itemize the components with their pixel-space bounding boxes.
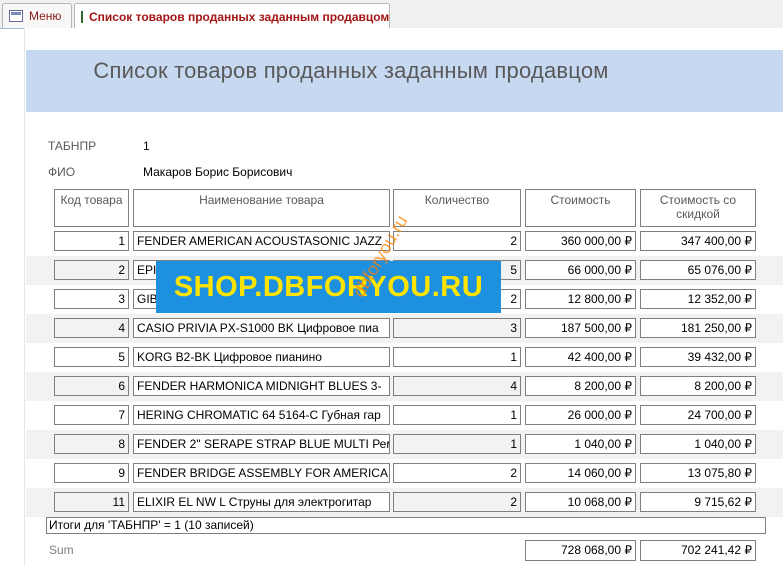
cell-cost: 10 068,00 ₽ (525, 492, 636, 512)
tab-report-label: Список товаров проданных заданным продав… (89, 9, 390, 24)
report-title: Список товаров проданных заданным продав… (93, 58, 609, 83)
cell-discount-cost: 1 040,00 ₽ (640, 434, 756, 454)
report-icon (81, 10, 83, 23)
cell-name: HERING CHROMATIC 64 5164-C Губная гар (133, 405, 390, 425)
cell-cost: 1 040,00 ₽ (525, 434, 636, 454)
tab-menu[interactable]: Меню (2, 3, 72, 28)
cell-cost: 8 200,00 ₽ (525, 376, 636, 396)
cell-cost: 42 400,00 ₽ (525, 347, 636, 367)
cell-cost: 66 000,00 ₽ (525, 260, 636, 280)
cell-name: FENDER 2" SERAPE STRAP BLUE MULTI Рем (133, 434, 390, 454)
cell-cost: 26 000,00 ₽ (525, 405, 636, 425)
cell-discount-cost: 12 352,00 ₽ (640, 289, 756, 309)
tabnpr-label: ТАБНПР (48, 139, 97, 153)
cell-discount-cost: 9 715,62 ₽ (640, 492, 756, 512)
cell-name: FENDER AMERICAN ACOUSTASONIC JAZZ (133, 231, 390, 251)
cell-discount-cost: 24 700,00 ₽ (640, 405, 756, 425)
cell-code: 9 (54, 463, 129, 483)
cell-quantity: 2 (393, 492, 521, 512)
cell-discount-cost: 347 400,00 ₽ (640, 231, 756, 251)
group-summary: Итоги для 'ТАБНПР' = 1 (10 записей) (46, 517, 766, 534)
cell-code: 8 (54, 434, 129, 454)
cell-discount-cost: 8 200,00 ₽ (640, 376, 756, 396)
cell-code: 6 (54, 376, 129, 396)
sum-cost: 728 068,00 ₽ (525, 540, 636, 561)
watermark-banner: SHOP.DBFORYOU.RU (156, 261, 501, 313)
cell-code: 11 (54, 492, 129, 512)
cell-code: 1 (54, 231, 129, 251)
cell-quantity: 4 (393, 376, 521, 396)
sum-label: Sum (49, 543, 74, 557)
cell-name: FENDER HARMONICA MIDNIGHT BLUES 3- (133, 376, 390, 396)
cell-quantity: 1 (393, 434, 521, 454)
cell-cost: 12 800,00 ₽ (525, 289, 636, 309)
cell-quantity: 2 (393, 231, 521, 251)
cell-discount-cost: 65 076,00 ₽ (640, 260, 756, 280)
sum-discount-cost: 702 241,42 ₽ (640, 540, 756, 561)
fio-label: ФИО (48, 165, 76, 179)
cell-code: 4 (54, 318, 129, 338)
tab-report[interactable]: Список товаров проданных заданным продав… (74, 3, 390, 29)
tab-menu-label: Меню (29, 9, 62, 23)
column-header-code: Код товара (54, 189, 129, 227)
cell-discount-cost: 181 250,00 ₽ (640, 318, 756, 338)
cell-cost: 14 060,00 ₽ (525, 463, 636, 483)
cell-name: KORG B2-BK Цифровое пианино (133, 347, 390, 367)
cell-cost: 360 000,00 ₽ (525, 231, 636, 251)
cell-discount-cost: 39 432,00 ₽ (640, 347, 756, 367)
cell-quantity: 3 (393, 318, 521, 338)
cell-code: 3 (54, 289, 129, 309)
document-tab-bar: Меню Список товаров проданных заданным п… (0, 0, 783, 29)
cell-quantity: 1 (393, 405, 521, 425)
column-header-discount-cost: Стоимость со скидкой (640, 189, 756, 227)
column-header-cost: Стоимость (525, 189, 636, 227)
cell-discount-cost: 13 075,80 ₽ (640, 463, 756, 483)
fio-value: Макаров Борис Борисович (143, 165, 293, 179)
cell-code: 7 (54, 405, 129, 425)
cell-cost: 187 500,00 ₽ (525, 318, 636, 338)
cell-name: FENDER BRIDGE ASSEMBLY FOR AMERICAI (133, 463, 390, 483)
cell-name: ELIXIR EL NW L Струны для электрогитар (133, 492, 390, 512)
cell-quantity: 2 (393, 463, 521, 483)
cell-quantity: 1 (393, 347, 521, 367)
tabnpr-value: 1 (143, 139, 150, 153)
cell-code: 2 (54, 260, 129, 280)
cell-name: CASIO PRIVIA PX-S1000 BK Цифровое пиа (133, 318, 390, 338)
form-icon (9, 10, 23, 22)
cell-code: 5 (54, 347, 129, 367)
column-header-name: Наименование товара (133, 189, 390, 227)
